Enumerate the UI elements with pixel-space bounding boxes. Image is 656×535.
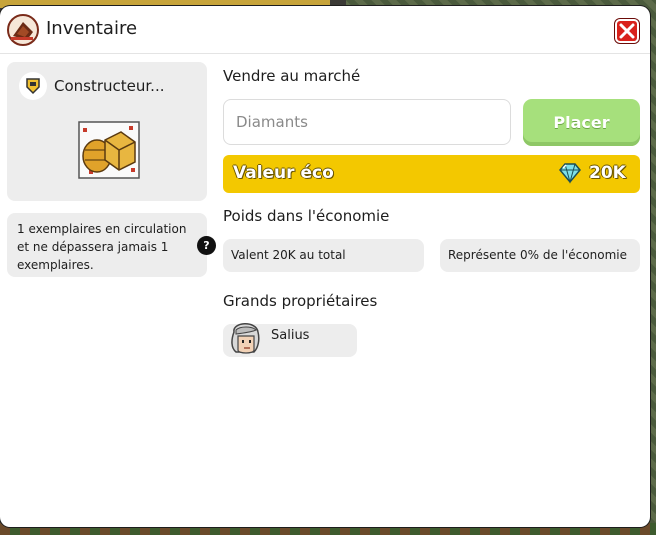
owners-section-title: Grands propriétaires bbox=[223, 292, 378, 310]
eco-value-bar: Valeur éco 20K bbox=[223, 155, 640, 193]
item-name: Constructeur... bbox=[54, 77, 165, 95]
diamond-icon bbox=[559, 163, 581, 184]
inventory-app-icon bbox=[7, 14, 39, 46]
economy-total: Valent 20K au total bbox=[223, 239, 424, 272]
owner-chip[interactable]: Salius bbox=[223, 323, 357, 357]
eco-value-label: Valeur éco bbox=[233, 163, 334, 183]
avatar-icon bbox=[231, 323, 260, 354]
window-title: Inventaire bbox=[46, 18, 138, 39]
price-input[interactable] bbox=[223, 99, 511, 145]
eco-value-amount: 20K bbox=[589, 163, 626, 183]
economy-section-title: Poids dans l'économie bbox=[223, 207, 390, 225]
circulation-info: 1 exemplaires en circulation et ne dépas… bbox=[7, 213, 207, 277]
badge-icon bbox=[19, 72, 47, 100]
owner-name: Salius bbox=[271, 328, 310, 343]
window-header: Inventaire bbox=[0, 6, 650, 54]
place-button[interactable]: Placer bbox=[523, 99, 640, 146]
inventory-window: Inventaire Constructeur... 1 exemplaires… bbox=[0, 6, 650, 527]
sell-section-title: Vendre au marché bbox=[223, 67, 361, 85]
item-card: Constructeur... bbox=[7, 62, 207, 201]
economy-share: Représente 0% de l'économie bbox=[440, 239, 640, 272]
circulation-text: 1 exemplaires en circulation et ne dépas… bbox=[17, 222, 187, 272]
close-icon bbox=[619, 23, 635, 39]
close-button[interactable] bbox=[615, 19, 639, 43]
help-icon[interactable]: ? bbox=[197, 236, 216, 255]
furniture-crates-icon bbox=[78, 121, 140, 179]
